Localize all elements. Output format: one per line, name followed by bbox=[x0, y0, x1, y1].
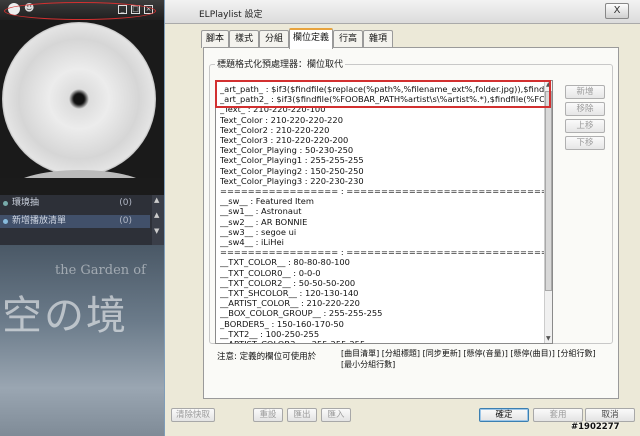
player-titlebar: ☻ _ □ × bbox=[0, 0, 164, 20]
cancel-button[interactable]: 取消 bbox=[585, 408, 635, 422]
playlist-scrollbar[interactable]: ▲ ▲ ▼ bbox=[152, 195, 164, 245]
apply-button[interactable]: 套用 bbox=[533, 408, 583, 422]
dialog-title: ELPlaylist 設定 bbox=[199, 10, 263, 20]
cover-art-large: the Garden of 空の境 bbox=[0, 245, 164, 436]
field-line[interactable]: __ARTIST_COLOR3__ : 255-255-255 bbox=[220, 339, 550, 343]
annotation-oval bbox=[4, 2, 156, 20]
watermark: #1902277 bbox=[571, 422, 620, 432]
cover-title-latin: the Garden of bbox=[55, 263, 146, 278]
tab-style[interactable]: 樣式 bbox=[229, 30, 259, 48]
cd-reflection bbox=[10, 170, 150, 178]
playlist-count: (0) bbox=[119, 216, 132, 226]
album-art bbox=[0, 20, 164, 178]
ok-button[interactable]: 確定 bbox=[479, 408, 529, 422]
player-panel: ☻ _ □ × 環境抽 (0) 新增播放清單 (0) ▲ ▲ ▼ the Gar… bbox=[0, 0, 164, 436]
dialog-titlebar: ELPlaylist 設定 X bbox=[165, 0, 640, 24]
playlist-item[interactable]: 環境抽 (0) bbox=[0, 197, 150, 210]
playlist-label: 環境抽 bbox=[12, 198, 40, 208]
field-definition-list[interactable]: _art_path_ : $if3($findfile($replace(%pa… bbox=[215, 80, 553, 344]
move-down-button[interactable]: 下移 bbox=[565, 136, 605, 150]
tab-script[interactable]: 腳本 bbox=[201, 30, 229, 48]
export-button[interactable]: 匯出 bbox=[287, 408, 317, 422]
playlist-label: 新增播放清單 bbox=[12, 216, 67, 226]
settings-dialog: ELPlaylist 設定 X 腳本 樣式 分組 欄位定義 行高 雜項 標題格式… bbox=[164, 0, 640, 436]
close-button[interactable]: X bbox=[605, 3, 629, 19]
add-button[interactable]: 新增 bbox=[565, 85, 605, 99]
playlist-icon bbox=[3, 219, 8, 224]
playlist-icon bbox=[3, 201, 8, 206]
scroll-up-icon[interactable]: ▲ bbox=[546, 81, 551, 88]
scroll-up-icon[interactable]: ▲ bbox=[154, 196, 159, 204]
playlist-item[interactable]: 新增播放清單 (0) bbox=[0, 215, 150, 228]
cd-disc-image bbox=[2, 22, 156, 176]
note-label: 注意: 定義的欄位可使用於 bbox=[217, 352, 317, 362]
note-links: [曲目清單] [分組標題] [同步更新] [懸停(音量)] [懸停(曲目)] [… bbox=[341, 349, 596, 369]
remove-button[interactable]: 移除 bbox=[565, 102, 605, 116]
scroll-down-icon[interactable]: ▼ bbox=[154, 227, 159, 235]
playlist-count: (0) bbox=[119, 198, 132, 208]
tab-field-definitions[interactable]: 欄位定義 bbox=[289, 28, 333, 49]
tab-misc[interactable]: 雜項 bbox=[363, 30, 393, 48]
import-button[interactable]: 匯入 bbox=[321, 408, 351, 422]
scroll-down-icon[interactable]: ▼ bbox=[546, 335, 551, 342]
cover-title-kanji: 空の境 bbox=[2, 293, 128, 339]
scroll-up-icon[interactable]: ▲ bbox=[154, 211, 159, 219]
group-title: 標題格式化預處理器：欄位取代 bbox=[215, 57, 346, 70]
clear-cache-button[interactable]: 清除快取 bbox=[171, 408, 215, 422]
tab-row-height[interactable]: 行高 bbox=[333, 30, 363, 48]
reset-button[interactable]: 重設 bbox=[253, 408, 283, 422]
list-scrollbar[interactable]: ▲ ▼ bbox=[544, 81, 552, 343]
move-up-button[interactable]: 上移 bbox=[565, 119, 605, 133]
scrollbar-thumb[interactable] bbox=[545, 91, 552, 291]
playlist-manager: 環境抽 (0) 新增播放清單 (0) bbox=[0, 195, 164, 245]
tab-grouping[interactable]: 分組 bbox=[259, 30, 289, 48]
